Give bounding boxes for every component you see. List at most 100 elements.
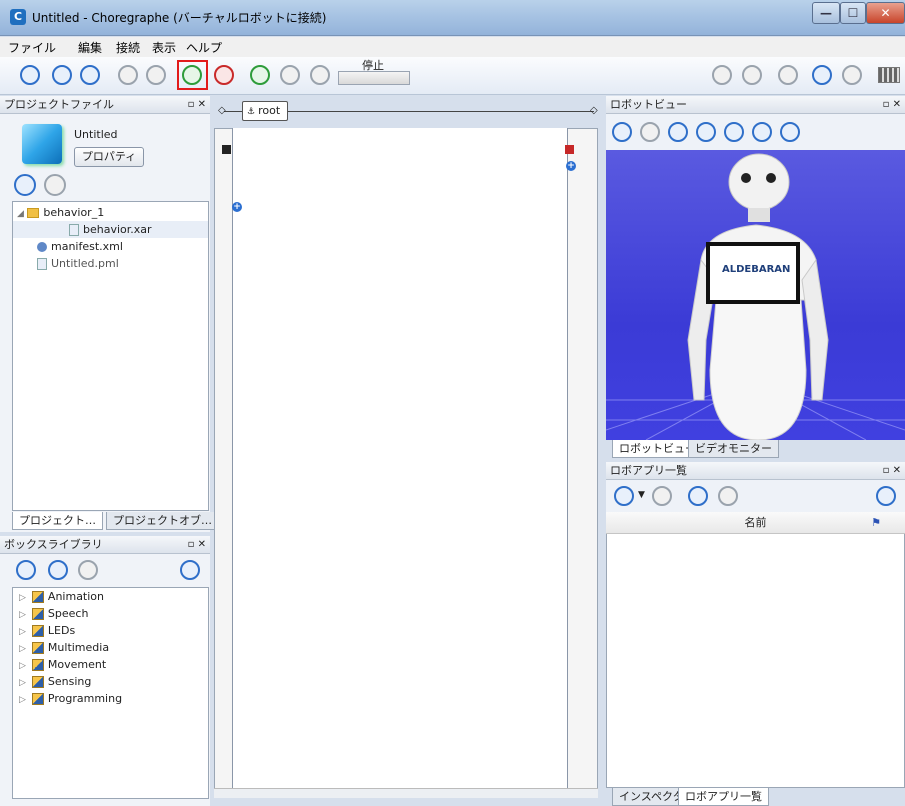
properties-button[interactable]: プロパティ bbox=[74, 147, 144, 167]
info-icon[interactable] bbox=[612, 122, 632, 142]
tab-project-objects[interactable]: プロジェクトオブ… bbox=[106, 512, 219, 530]
project-cube-icon bbox=[22, 124, 62, 164]
pml-icon bbox=[37, 258, 47, 270]
folder-icon bbox=[27, 208, 40, 218]
output-port-icon[interactable] bbox=[565, 145, 574, 154]
window-title: Untitled - Choregraphe (バーチャルロボットに接続) bbox=[32, 11, 327, 25]
project-tree: ◢ behavior_1 behavior.xar manifest.xml U… bbox=[12, 201, 209, 511]
delete-icon[interactable] bbox=[44, 174, 66, 196]
maximize-button[interactable]: ☐ bbox=[840, 2, 866, 24]
project-panel-title: プロジェクトファイル bbox=[4, 98, 114, 111]
panel-float-close-icon[interactable]: ▫ ✕ bbox=[188, 536, 206, 554]
package-icon[interactable] bbox=[718, 486, 738, 506]
column-name[interactable]: 名前 bbox=[745, 516, 767, 529]
library-item[interactable]: ▷ Animation bbox=[19, 588, 104, 605]
tree-item-manifest[interactable]: manifest.xml bbox=[37, 238, 123, 255]
toolbar: 停止 bbox=[0, 57, 905, 95]
undo-icon[interactable] bbox=[118, 65, 138, 85]
add-input-icon[interactable]: + bbox=[232, 202, 242, 212]
tree-item-pml[interactable]: Untitled.pml bbox=[37, 255, 119, 272]
save-icon[interactable] bbox=[80, 65, 100, 85]
install-icon[interactable] bbox=[614, 486, 634, 506]
add-icon[interactable] bbox=[688, 486, 708, 506]
heart-icon[interactable] bbox=[778, 65, 798, 85]
play-icon[interactable] bbox=[250, 65, 270, 85]
flow-canvas[interactable] bbox=[232, 128, 568, 788]
library-item[interactable]: ▷ Movement bbox=[19, 656, 106, 673]
stop-icon[interactable] bbox=[280, 65, 300, 85]
root-breadcrumb[interactable]: ⚓ root bbox=[242, 101, 288, 121]
view-mode-icon[interactable] bbox=[752, 122, 772, 142]
tablet-logo-text: ALDEBARAN bbox=[722, 264, 791, 275]
horizontal-scrollbar[interactable] bbox=[214, 788, 598, 798]
add-output-icon[interactable]: + bbox=[566, 161, 576, 171]
disconnect-icon[interactable] bbox=[214, 65, 234, 85]
file-icon bbox=[69, 224, 79, 236]
app-list bbox=[606, 512, 905, 788]
close-button[interactable]: ✕ bbox=[866, 2, 905, 24]
robot-3d-viewport[interactable]: ALDEBARAN bbox=[606, 150, 905, 440]
view-mode-icon[interactable] bbox=[724, 122, 744, 142]
panel-float-close-icon[interactable]: ▫ ✕ bbox=[883, 96, 901, 114]
library-item[interactable]: ▷ LEDs bbox=[19, 622, 75, 639]
menu-help[interactable]: ヘルプ bbox=[186, 39, 222, 56]
redo-icon[interactable] bbox=[146, 65, 166, 85]
volume-icon[interactable] bbox=[712, 65, 732, 85]
tree-item-behavior-folder[interactable]: ◢ behavior_1 bbox=[17, 204, 104, 221]
run-progress-bar bbox=[338, 71, 410, 85]
app-icon: C bbox=[10, 9, 26, 25]
animation-mode-icon[interactable] bbox=[742, 65, 762, 85]
robot-view-title: ロボットビュー bbox=[610, 98, 687, 111]
connect-highlight bbox=[177, 60, 208, 90]
panel-float-close-icon[interactable]: ▫ ✕ bbox=[883, 462, 901, 480]
tab-video-monitor[interactable]: ビデオモニター bbox=[688, 440, 779, 458]
new-icon[interactable] bbox=[20, 65, 40, 85]
minimize-button[interactable]: — bbox=[812, 2, 840, 24]
library-item[interactable]: ▷ Multimedia bbox=[19, 639, 109, 656]
camera-view-icon[interactable] bbox=[640, 122, 660, 142]
chevron-down-icon[interactable]: ▼ bbox=[638, 490, 645, 500]
menu-file[interactable]: ファイル bbox=[8, 39, 56, 56]
battery-icon bbox=[878, 67, 900, 83]
delete-icon[interactable] bbox=[652, 486, 672, 506]
search-icon[interactable] bbox=[876, 486, 896, 506]
sleep-icon[interactable] bbox=[812, 65, 832, 85]
menu-bar: ファイル 編集 接続 表示 ヘルプ bbox=[0, 37, 905, 57]
open-icon[interactable] bbox=[52, 65, 72, 85]
panel-float-close-icon[interactable]: ▫ ✕ bbox=[188, 96, 206, 114]
app-list-header: 名前 ⚑ bbox=[606, 512, 905, 534]
new-library-icon[interactable] bbox=[16, 560, 36, 580]
menu-view[interactable]: 表示 bbox=[152, 39, 176, 56]
tree-item-behavior-xar[interactable]: behavior.xar bbox=[13, 221, 208, 238]
save-library-icon[interactable] bbox=[78, 560, 98, 580]
library-item[interactable]: ▷ Programming bbox=[19, 690, 122, 707]
app-panel-title: ロボアプリ一覧 bbox=[610, 464, 687, 477]
menu-edit[interactable]: 編集 bbox=[78, 39, 102, 56]
robot-view-toolbar bbox=[606, 114, 905, 150]
open-library-icon[interactable] bbox=[48, 560, 68, 580]
library-item[interactable]: ▷ Speech bbox=[19, 605, 88, 622]
input-port-icon[interactable] bbox=[222, 145, 231, 154]
app-panel-header: ロボアプリ一覧 ▫ ✕ bbox=[606, 462, 905, 480]
library-item[interactable]: ▷ Sensing bbox=[19, 673, 91, 690]
tab-project-files[interactable]: プロジェクト… bbox=[12, 512, 103, 530]
anchor-icon: ⚓ bbox=[247, 107, 256, 117]
robot-view-header: ロボットビュー ▫ ✕ bbox=[606, 96, 905, 114]
app-panel-toolbar: ▼ bbox=[606, 480, 905, 512]
menu-connect[interactable]: 接続 bbox=[116, 39, 140, 56]
box-library-tree: ▷ Animation ▷ Speech ▷ LEDs ▷ Multimedia ▷ Mo… bbox=[12, 587, 209, 799]
left-diamond-icon: ◇ bbox=[218, 105, 226, 116]
zoom-icon[interactable] bbox=[780, 122, 800, 142]
box-library-title: ボックスライブラリ bbox=[4, 538, 103, 551]
project-name: Untitled bbox=[74, 128, 118, 141]
add-icon[interactable] bbox=[14, 174, 36, 196]
manifest-icon bbox=[37, 242, 47, 252]
flag-icon[interactable]: ⚑ bbox=[871, 512, 881, 534]
view-mode-icon[interactable] bbox=[668, 122, 688, 142]
tab-robot-apps[interactable]: ロボアプリ一覧 bbox=[678, 788, 769, 806]
settings-icon[interactable] bbox=[842, 65, 862, 85]
view-mode-icon[interactable] bbox=[696, 122, 716, 142]
box-library-header: ボックスライブラリ ▫ ✕ bbox=[0, 536, 210, 554]
warning-icon[interactable] bbox=[310, 65, 330, 85]
search-icon[interactable] bbox=[180, 560, 200, 580]
